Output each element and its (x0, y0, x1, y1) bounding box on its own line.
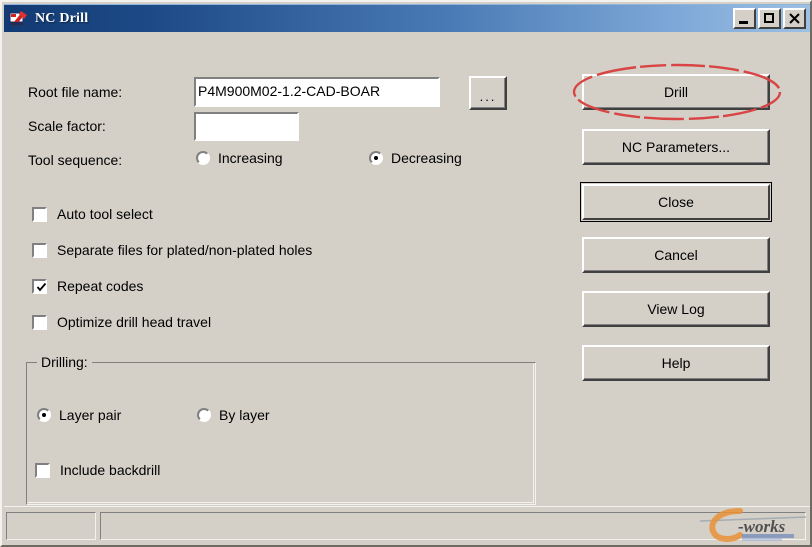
tool-sequence-label: Tool sequence: (28, 152, 123, 168)
checkbox-box-icon (31, 313, 48, 331)
checkbox-repeat-codes[interactable]: Repeat codes (31, 277, 144, 295)
drill-button[interactable]: Drill (582, 74, 770, 110)
nc-parameters-button-label: NC Parameters... (621, 139, 731, 155)
radio-tool-sequence-increasing[interactable]: Increasing (196, 150, 283, 166)
radio-circle-icon (37, 408, 51, 422)
radio-drilling-by-layer[interactable]: By layer (197, 407, 270, 423)
screenshot-root: NC Drill Root file name: P4M900M02-1.2-C… (0, 0, 812, 547)
browse-button-label: ... (479, 88, 497, 104)
radio-label: Increasing (218, 150, 283, 166)
browse-button[interactable]: ... (469, 76, 507, 110)
root-file-name-input[interactable]: P4M900M02-1.2-CAD-BOAR (193, 76, 441, 108)
drill-button-label: Drill (663, 84, 689, 100)
nc-drill-window: NC Drill Root file name: P4M900M02-1.2-C… (0, 0, 812, 547)
radio-selected-dot-icon (374, 156, 378, 160)
radio-tool-sequence-decreasing[interactable]: Decreasing (369, 150, 462, 166)
dialog-client-area: Root file name: P4M900M02-1.2-CAD-BOAR .… (4, 32, 810, 545)
checkbox-separate-files-plated[interactable]: Separate files for plated/non-plated hol… (31, 241, 313, 259)
close-dialog-button[interactable]: Close (580, 182, 772, 222)
nc-parameters-button[interactable]: NC Parameters... (582, 129, 770, 165)
checkbox-label: Repeat codes (57, 278, 144, 294)
checkbox-optimize-drill-head-travel[interactable]: Optimize drill head travel (31, 313, 212, 331)
checkbox-box-icon (34, 461, 51, 479)
radio-label: Decreasing (391, 150, 462, 166)
view-log-button-label: View Log (647, 301, 705, 317)
status-bar (4, 506, 810, 543)
radio-label: Layer pair (59, 407, 122, 423)
cancel-button[interactable]: Cancel (582, 237, 770, 273)
help-button[interactable]: Help (582, 345, 770, 381)
window-title: NC Drill (35, 10, 89, 26)
checkbox-label: Optimize drill head travel (57, 314, 212, 330)
radio-drilling-layer-pair[interactable]: Layer pair (37, 407, 121, 423)
drilling-groupbox-title: Drilling: (37, 354, 92, 370)
radio-circle-icon (197, 408, 211, 422)
root-file-name-label: Root file name: (28, 84, 123, 100)
scale-factor-label: Scale factor: (28, 118, 106, 134)
radio-circle-icon (369, 151, 383, 165)
help-button-label: Help (661, 355, 691, 371)
window-titlebar[interactable]: NC Drill (4, 4, 810, 32)
checkbox-include-backdrill[interactable]: Include backdrill (34, 461, 161, 479)
radio-circle-icon (196, 151, 210, 165)
checkbox-label: Include backdrill (60, 462, 161, 478)
checkbox-box-icon (31, 241, 48, 259)
close-icon (785, 10, 804, 27)
status-pane-left (6, 512, 96, 540)
close-button[interactable] (783, 8, 806, 29)
minimize-icon (739, 21, 748, 24)
checkbox-label: Auto tool select (57, 206, 153, 222)
cancel-button-label: Cancel (654, 247, 698, 263)
checkbox-auto-tool-select[interactable]: Auto tool select (31, 205, 153, 223)
nc-drill-app-icon (9, 10, 29, 28)
status-pane-right (100, 512, 806, 540)
maximize-button[interactable] (758, 8, 781, 29)
checkbox-box-icon (31, 277, 48, 295)
minimize-button[interactable] (733, 8, 756, 29)
checkbox-label: Separate files for plated/non-plated hol… (57, 242, 313, 258)
view-log-button[interactable]: View Log (582, 291, 770, 327)
window-controls (733, 8, 806, 29)
scale-factor-input[interactable] (193, 111, 300, 142)
checkbox-box-icon (31, 205, 48, 223)
maximize-icon (764, 13, 774, 23)
close-dialog-button-label: Close (658, 194, 694, 210)
radio-selected-dot-icon (42, 413, 46, 417)
radio-label: By layer (219, 407, 270, 423)
checkmark-icon (36, 280, 47, 291)
drilling-groupbox: Drilling: Layer pair By layer Include ba… (26, 354, 536, 505)
